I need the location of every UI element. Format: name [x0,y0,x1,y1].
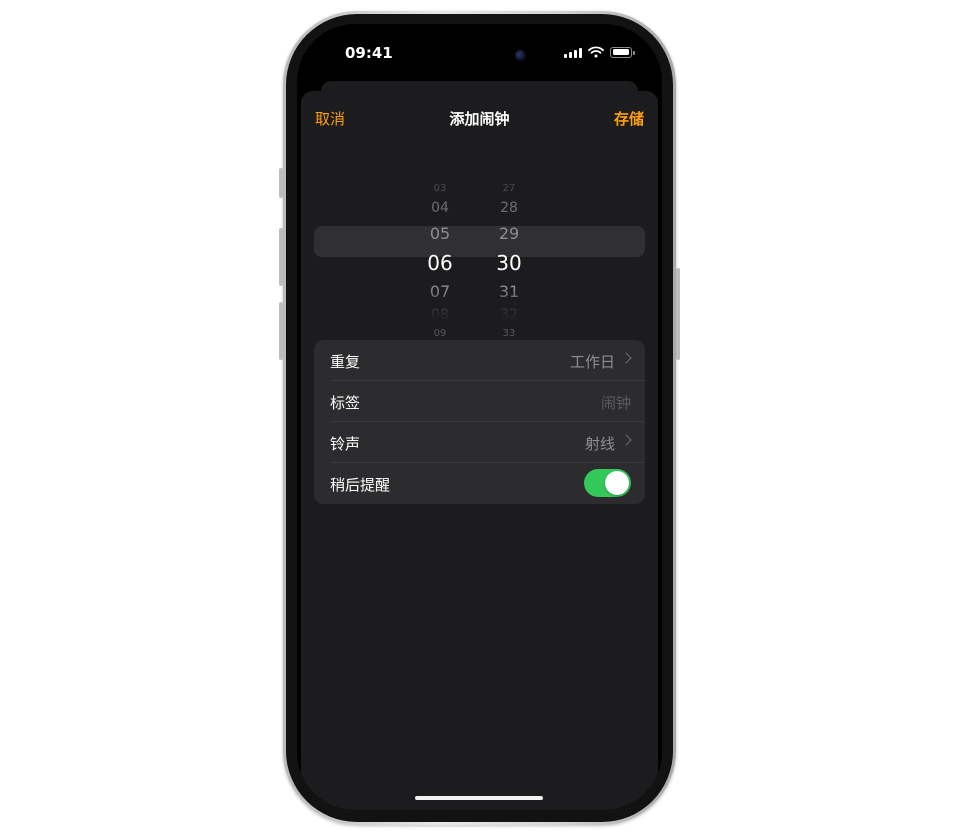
label-row[interactable]: 标签 闹钟 [314,381,645,422]
picker-selection-highlight [314,226,645,257]
sound-row[interactable]: 铃声 射线 [314,422,645,463]
hour-option[interactable]: 04 [423,200,457,216]
snooze-toggle[interactable] [584,469,631,497]
minute-option[interactable]: 28 [492,200,526,216]
picker-fade-top [301,161,658,196]
wifi-icon [588,46,604,58]
snooze-label: 稍后提醒 [330,476,391,494]
hour-option[interactable]: 05 [423,224,457,243]
save-button[interactable]: 存储 [614,108,644,129]
power-button [676,268,680,360]
selected-minute[interactable]: 30 [492,251,526,275]
volume-down-button [279,302,283,360]
chevron-right-icon [620,434,632,446]
alarm-settings-list: 重复 工作日 标签 闹钟 铃声 射线 稍后提醒 [314,340,645,504]
volume-up-button [279,228,283,286]
phone-screen: 09:41 取消 添加闹钟 存储 03 04 05 06 07 08 [297,24,662,810]
status-icons [564,46,635,58]
status-time: 09:41 [345,44,393,62]
add-alarm-sheet: 取消 添加闹钟 存储 03 04 05 06 07 08 09 27 28 29… [301,91,658,810]
picker-fade-bottom [301,287,658,322]
minute-option[interactable]: 29 [492,224,526,243]
sound-label: 铃声 [330,435,361,453]
toggle-knob [605,471,629,495]
label-label: 标签 [330,394,361,412]
label-input[interactable]: 闹钟 [601,392,631,413]
chevron-right-icon [620,352,632,364]
minute-option[interactable]: 33 [492,328,526,339]
front-camera [515,50,526,61]
snooze-row: 稍后提醒 [314,463,645,504]
battery-icon [610,46,635,58]
hour-option[interactable]: 09 [423,328,457,339]
repeat-label: 重复 [330,353,361,371]
home-indicator[interactable] [415,796,543,800]
dynamic-island [415,37,543,74]
action-button [279,168,283,198]
selected-hour[interactable]: 06 [423,251,457,275]
signal-icon [564,47,582,58]
sound-value: 射线 [584,435,615,453]
sheet-title: 添加闹钟 [449,110,510,128]
repeat-value: 工作日 [569,353,615,371]
repeat-row[interactable]: 重复 工作日 [314,340,645,381]
